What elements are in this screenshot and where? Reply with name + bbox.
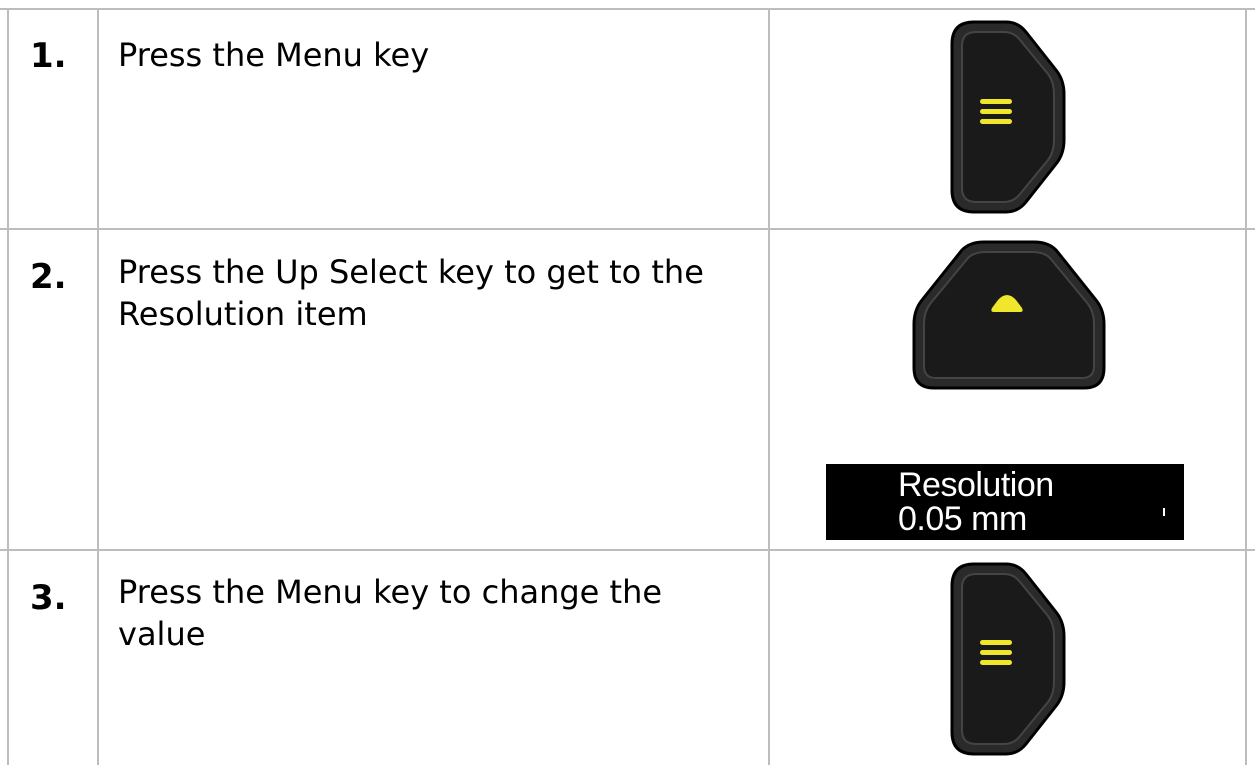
step-text: Press the Up Select key to get to the Re… [118, 253, 704, 333]
display-cursor-mark [1163, 508, 1165, 516]
display-line-value: 0.05 mm [898, 500, 1027, 538]
column-divider-4 [1245, 8, 1247, 765]
display-line-label: Resolution [898, 466, 1054, 504]
device-display: Resolution 0.05 mm [826, 464, 1184, 540]
step-number: 2. [30, 257, 67, 297]
menu-key-icon [950, 562, 1066, 756]
menu-key-icon [950, 20, 1066, 214]
row-divider-2 [0, 549, 1255, 551]
row-divider-1 [0, 228, 1255, 230]
column-divider-2 [97, 8, 99, 765]
table-border-top [0, 8, 1255, 10]
column-divider-1 [7, 8, 9, 765]
step-number: 3. [30, 578, 67, 618]
step-text: Press the Menu key [118, 36, 430, 74]
column-divider-3 [768, 8, 770, 765]
step-number: 1. [30, 36, 67, 76]
step-text: Press the Menu key to change the value [118, 573, 663, 653]
up-select-key-icon [912, 240, 1106, 390]
